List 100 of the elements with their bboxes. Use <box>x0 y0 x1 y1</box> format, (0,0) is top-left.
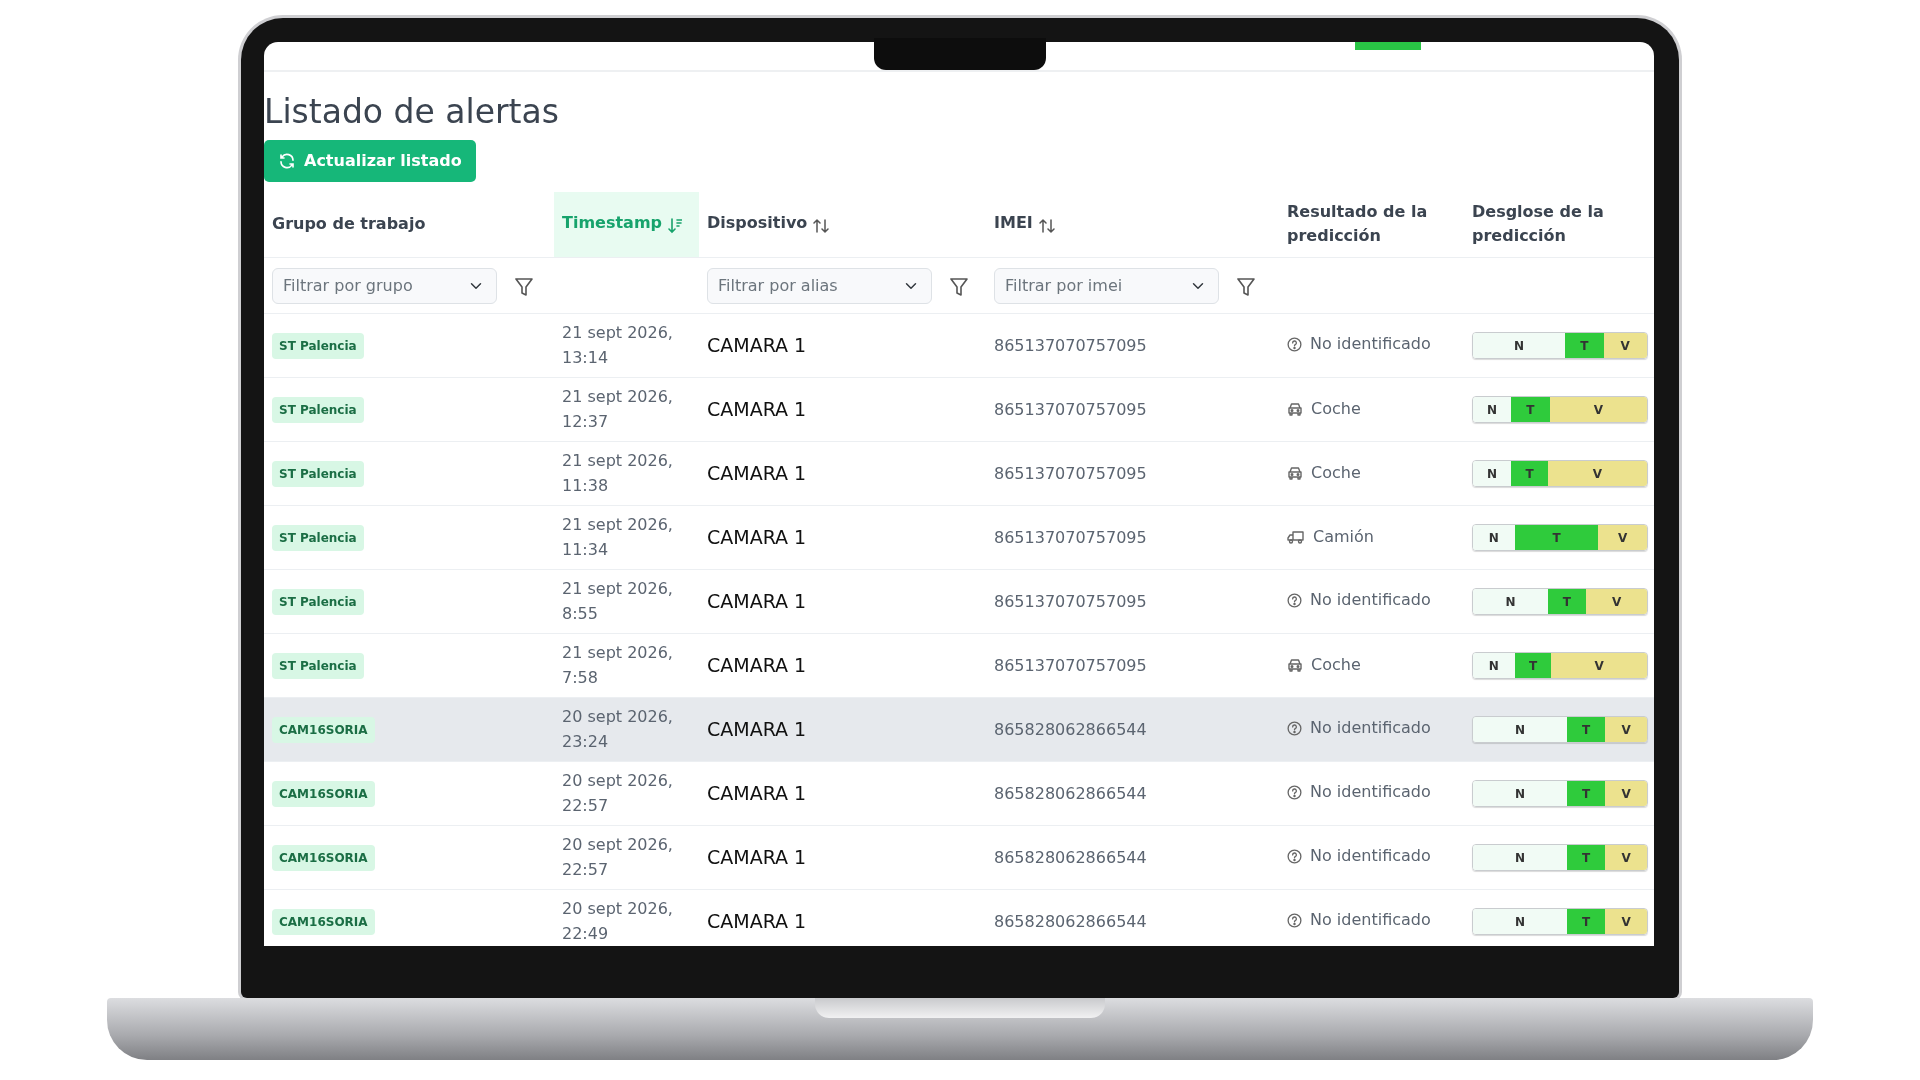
imei-text: 865137070757095 <box>994 655 1147 675</box>
timestamp-text: 21 sept 2026, 13:14 <box>562 321 674 369</box>
breakdown-segment: V <box>1549 397 1647 423</box>
imei-text: 865137070757095 <box>994 463 1147 483</box>
imei-filter-dropdown[interactable]: Filtrar por imei <box>994 267 1219 304</box>
breakdown-segment: T <box>1547 589 1587 615</box>
group-filter-dropdown[interactable]: Filtrar por grupo <box>272 267 497 304</box>
group-tag: CAM16SORIA <box>272 780 375 807</box>
device-name: CAMARA 1 <box>707 462 807 485</box>
device-name: CAMARA 1 <box>707 526 807 549</box>
active-tab-indicator <box>1355 42 1421 50</box>
group-tag: ST Palencia <box>272 460 364 487</box>
timestamp-text: 20 sept 2026, 22:57 <box>562 833 674 881</box>
car-icon <box>1287 465 1303 480</box>
group-tag: ST Palencia <box>272 652 364 679</box>
table-row[interactable]: CAM16SORIA 20 sept 2026, 23:24 CAMARA 1 865828062866544 No identificado N T V <box>264 697 1654 762</box>
imei-text: 865828062866544 <box>994 847 1147 867</box>
prediction-result: Coche <box>1311 397 1361 420</box>
question-circle-icon <box>1287 592 1302 608</box>
page-title: Listado de alertas <box>264 92 560 132</box>
breakdown-segment: V <box>1603 333 1647 359</box>
timestamp-text: 20 sept 2026, 22:57 <box>562 769 674 817</box>
breakdown-segment: N <box>1473 333 1566 359</box>
breakdown-segment: T <box>1566 909 1606 935</box>
prediction-result: Camión <box>1313 525 1374 548</box>
breakdown-segment: V <box>1551 653 1647 679</box>
timestamp-text: 20 sept 2026, 22:49 <box>562 897 674 945</box>
prediction-result: No identificado <box>1310 717 1431 740</box>
sortable-column-header[interactable]: IMEI <box>986 191 1279 258</box>
breakdown-segment: V <box>1605 909 1647 935</box>
breakdown-segment: V <box>1586 589 1647 615</box>
device-name: CAMARA 1 <box>707 398 807 421</box>
question-circle-icon <box>1287 336 1302 352</box>
table-row[interactable]: CAM16SORIA 20 sept 2026, 22:57 CAMARA 1 865828062866544 No identificado N T V <box>264 761 1654 826</box>
table-row[interactable]: ST Palencia 21 sept 2026, 13:14 CAMARA 1 865137070757095 No identificado N T V <box>264 313 1654 378</box>
prediction-result: No identificado <box>1310 845 1431 868</box>
breakdown-segment: N <box>1473 589 1548 615</box>
breakdown-segment: V <box>1605 717 1647 743</box>
table-row[interactable]: ST Palencia 21 sept 2026, 11:34 CAMARA 1 865137070757095 Camión N T V <box>264 505 1654 570</box>
group-tag: ST Palencia <box>272 396 364 423</box>
timestamp-text: 21 sept 2026, 11:38 <box>562 449 674 497</box>
breakdown-segment: N <box>1473 397 1512 423</box>
prediction-result: Coche <box>1311 653 1361 676</box>
breakdown-segment: V <box>1598 525 1647 551</box>
device-name: CAMARA 1 <box>707 654 807 677</box>
timestamp-text: 21 sept 2026, 8:55 <box>562 577 674 625</box>
table-row[interactable]: CAM16SORIA 20 sept 2026, 22:57 CAMARA 1 865828062866544 No identificado N T V <box>264 825 1654 890</box>
device-name: CAMARA 1 <box>707 718 807 741</box>
prediction-result: No identificado <box>1310 333 1431 356</box>
table-row[interactable]: ST Palencia 21 sept 2026, 8:55 CAMARA 1 865137070757095 No identificado N T V <box>264 569 1654 634</box>
breakdown-segment: N <box>1473 717 1567 743</box>
prediction-result: No identificado <box>1310 909 1431 932</box>
imei-text: 865137070757095 <box>994 527 1147 547</box>
question-circle-icon <box>1287 720 1302 736</box>
device-name: CAMARA 1 <box>707 910 807 933</box>
breakdown-segment: V <box>1605 845 1647 871</box>
imei-text: 865828062866544 <box>994 783 1147 803</box>
prediction-result: Coche <box>1311 461 1361 484</box>
device-name: CAMARA 1 <box>707 846 807 869</box>
breakdown-segment: N <box>1473 461 1512 487</box>
group-tag: CAM16SORIA <box>272 716 375 743</box>
table-row[interactable]: ST Palencia 21 sept 2026, 7:58 CAMARA 1 865137070757095 Coche N T V <box>264 633 1654 698</box>
timestamp-text: 21 sept 2026, 12:37 <box>562 385 674 433</box>
car-icon <box>1287 657 1303 672</box>
question-circle-icon <box>1287 912 1302 928</box>
imei-text: 865137070757095 <box>994 335 1147 355</box>
question-circle-icon <box>1287 848 1302 864</box>
device-name: CAMARA 1 <box>707 590 807 613</box>
group-tag: CAM16SORIA <box>272 908 375 935</box>
car-icon <box>1287 401 1303 416</box>
table-row[interactable]: CAM16SORIA 20 sept 2026, 22:49 CAMARA 1 865828062866544 No identificado N T V <box>264 889 1654 946</box>
breakdown-segment: V <box>1605 781 1647 807</box>
breakdown-segment: T <box>1566 717 1606 743</box>
breakdown-segment: N <box>1473 845 1567 871</box>
breakdown-segment: T <box>1511 397 1550 423</box>
imei-text: 865137070757095 <box>994 591 1147 611</box>
breakdown-segment: N <box>1473 525 1515 551</box>
breakdown-segment: N <box>1473 653 1515 679</box>
table-row[interactable]: ST Palencia 21 sept 2026, 12:37 CAMARA 1 865137070757095 Coche N T V <box>264 377 1654 442</box>
breakdown-segment: T <box>1566 781 1606 807</box>
imei-text: 865828062866544 <box>994 911 1147 931</box>
device-name: CAMARA 1 <box>707 334 807 357</box>
column-header: Resultado de la predicción <box>1279 191 1464 258</box>
question-circle-icon <box>1287 784 1302 800</box>
group-tag: CAM16SORIA <box>272 844 375 871</box>
table-row[interactable]: ST Palencia 21 sept 2026, 11:38 CAMARA 1 865137070757095 Coche N T V <box>264 441 1654 506</box>
timestamp-text: 21 sept 2026, 7:58 <box>562 641 674 689</box>
breakdown-segment: T <box>1565 333 1604 359</box>
breakdown-segment: T <box>1566 845 1606 871</box>
imei-text: 865828062866544 <box>994 719 1147 739</box>
alias-filter-dropdown[interactable]: Filtrar por alias <box>707 267 932 304</box>
device-name: CAMARA 1 <box>707 782 807 805</box>
sortable-column-header[interactable]: Dispositivo <box>699 191 986 258</box>
column-header: Desglose de la predicción <box>1464 191 1654 258</box>
group-tag: ST Palencia <box>272 524 364 551</box>
prediction-result: No identificado <box>1310 589 1431 612</box>
refresh-icon <box>278 151 296 170</box>
imei-text: 865137070757095 <box>994 399 1147 419</box>
group-tag: ST Palencia <box>272 588 364 615</box>
breakdown-segment: N <box>1473 781 1567 807</box>
